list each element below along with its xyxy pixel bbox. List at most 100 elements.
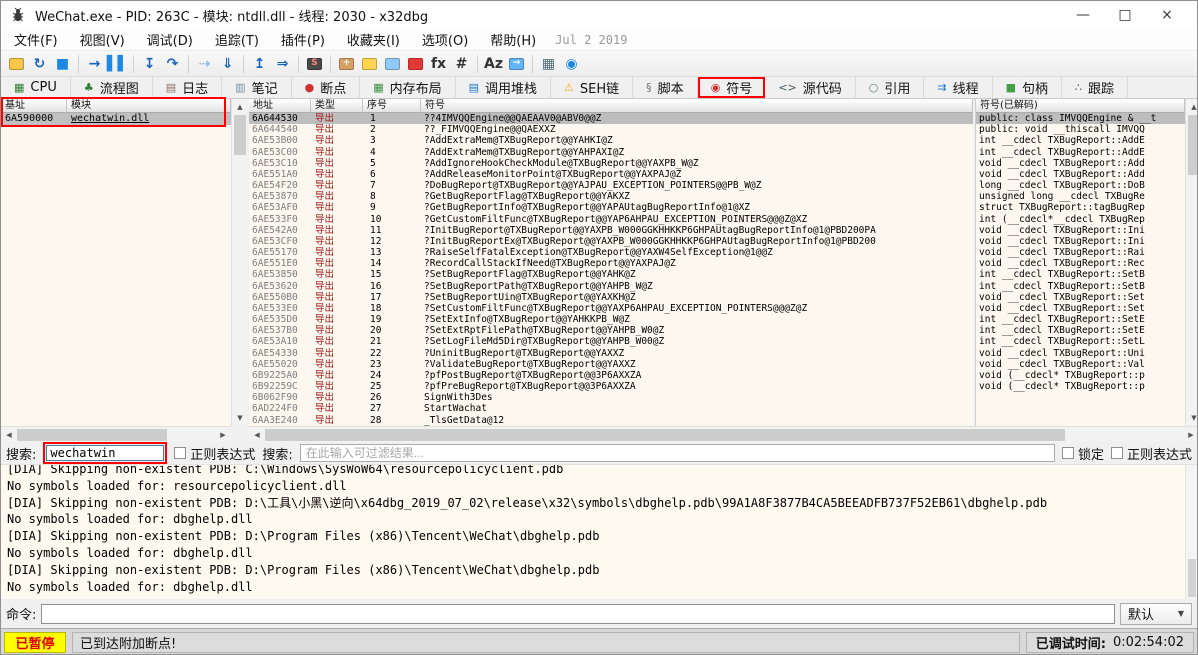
- symbol-row[interactable]: 6AE54330导出22?UninitBugReport@TXBugReport…: [249, 348, 973, 359]
- symbol-row[interactable]: 6AE55170导出13?RaiseSelfFatalException@TXB…: [249, 247, 973, 258]
- tab-SEH链[interactable]: ⚠SEH链: [551, 77, 633, 98]
- column-header-ordinal[interactable]: 序号: [363, 99, 421, 113]
- scroll-up-icon[interactable]: ▲: [232, 99, 248, 115]
- scroll-thumb[interactable]: [17, 429, 167, 441]
- decoded-symbol-row[interactable]: void __cdecl TXBugReport::Add: [976, 169, 1185, 180]
- symbol-row[interactable]: 6AE53620导出16?SetBugReportPath@TXBugRepor…: [249, 281, 973, 292]
- regex2-checkbox[interactable]: [1111, 447, 1123, 459]
- scroll-left-icon[interactable]: ◀: [249, 427, 265, 443]
- regex-checkbox[interactable]: [174, 447, 186, 459]
- menu-item-6[interactable]: 选项(O): [411, 30, 479, 50]
- decoded-symbol-row[interactable]: void __cdecl TXBugReport::Rec: [976, 258, 1185, 269]
- scroll-up-icon[interactable]: ▲: [1186, 99, 1198, 115]
- symbol-row[interactable]: 6AE54F20导出7?DoBugReport@TXBugReport@@YAJ…: [249, 180, 973, 191]
- decoded-symbol-row[interactable]: void (__cdecl* TXBugReport::p: [976, 381, 1185, 392]
- symbol-row[interactable]: 6AE53850导出15?SetBugReportFlag@TXBugRepor…: [249, 269, 973, 280]
- execute-till-return-button[interactable]: ↥: [248, 53, 271, 74]
- run-button[interactable]: →: [83, 53, 106, 74]
- decoded-symbol-row[interactable]: void __cdecl TXBugReport::Set: [976, 303, 1185, 314]
- column-header-type[interactable]: 类型: [311, 99, 363, 113]
- symbol-row[interactable]: 6AE53C10导出5?AddIgnoreHookCheckModule@TXB…: [249, 158, 973, 169]
- tab-引用[interactable]: ○引用: [856, 77, 925, 98]
- globe-button[interactable]: ◉: [560, 53, 583, 74]
- command-input[interactable]: [41, 604, 1115, 624]
- close-button[interactable]: ×: [1146, 2, 1188, 28]
- decoded-symbol-row[interactable]: void __cdecl TXBugReport::Set: [976, 292, 1185, 303]
- tab-跟踪[interactable]: ∴跟踪: [1062, 77, 1128, 98]
- column-header-decoded[interactable]: 符号(已解码): [976, 99, 1185, 113]
- decoded-symbol-row[interactable]: int (__cdecl*__cdecl TXBugRep: [976, 214, 1185, 225]
- symbol-row[interactable]: 6AE55020导出23?ValidateBugReport@TXBugRepo…: [249, 359, 973, 370]
- stop-button[interactable]: ■: [51, 53, 74, 74]
- symbol-row[interactable]: 6B062F90导出26SignWith3Des: [249, 392, 973, 403]
- profile-dropdown[interactable]: 默认 ▼: [1120, 603, 1192, 625]
- symbol-filter-input[interactable]: [300, 444, 1055, 462]
- scroll-right-icon[interactable]: ▶: [215, 427, 231, 443]
- tab-线程[interactable]: ⇉线程: [924, 77, 992, 98]
- symbol-row[interactable]: 6B92259C导出25?pfPreBugReport@TXBugReport@…: [249, 381, 973, 392]
- scroll-left-icon[interactable]: ◀: [1, 427, 17, 443]
- symbol-row[interactable]: 6AE533F0导出10?GetCustomFiltFunc@TXBugRepo…: [249, 214, 973, 225]
- scroll-down-icon[interactable]: ▼: [232, 410, 248, 426]
- decoded-symbol-row[interactable]: int __cdecl TXBugReport::SetE: [976, 325, 1185, 336]
- modules-hscrollbar[interactable]: ◀ ▶: [1, 426, 231, 442]
- menu-item-2[interactable]: 调试(D): [136, 30, 204, 50]
- column-header-module[interactable]: 模块: [67, 99, 231, 113]
- symbol-row[interactable]: 6B9225A0导出24?pfPostBugReport@TXBugReport…: [249, 370, 973, 381]
- decoded-symbol-row[interactable]: void __cdecl TXBugReport::Val: [976, 359, 1185, 370]
- symbol-row[interactable]: 6AE53A10导出21?SetLogFileMd5Dir@TXBugRepor…: [249, 336, 973, 347]
- decoded-symbol-row[interactable]: int __cdecl TXBugReport::SetB: [976, 281, 1185, 292]
- step-into-button[interactable]: ↧: [138, 53, 161, 74]
- module-row[interactable]: 6A590000 wechatwin.dll: [1, 113, 231, 125]
- open-file-button[interactable]: [5, 53, 28, 74]
- symbol-row[interactable]: 6AE533E0导出18?SetCustomFiltFunc@TXBugRepo…: [249, 303, 973, 314]
- tab-日志[interactable]: ▤日志: [153, 77, 222, 98]
- symbol-row[interactable]: 6AE53B00导出3?AddExtraMem@TXBugReport@@YAH…: [249, 135, 973, 146]
- minimize-button[interactable]: —: [1062, 2, 1104, 28]
- tab-笔记[interactable]: ▥笔记: [222, 77, 291, 98]
- case-button[interactable]: Az: [482, 53, 505, 74]
- decoded-symbol-row[interactable]: public: class IMVQQEngine & __t: [976, 113, 1185, 124]
- run-to-user-code-button[interactable]: ⇢: [193, 53, 216, 74]
- tab-调用堆栈[interactable]: ▤调用堆栈: [456, 77, 551, 98]
- symbols-vscrollbar[interactable]: ▲ ▼: [1185, 99, 1198, 426]
- comment-button[interactable]: [358, 53, 381, 74]
- symbol-row[interactable]: 6AE53AF0导出9?GetBugReportInfo@TXBugReport…: [249, 202, 973, 213]
- decoded-symbol-row[interactable]: int __cdecl TXBugReport::AddE: [976, 147, 1185, 158]
- scroll-thumb[interactable]: [1188, 559, 1196, 597]
- symbol-row[interactable]: 6AE542A0导出11?InitBugReport@TXBugReport@@…: [249, 225, 973, 236]
- symbol-row[interactable]: 6A644530导出1??4IMVQQEngine@@QAEAAV0@ABV0@…: [249, 113, 973, 124]
- step-into-source-button[interactable]: ⇓: [216, 53, 239, 74]
- attach-button[interactable]: ⇒: [271, 53, 294, 74]
- scroll-thumb[interactable]: [234, 115, 246, 155]
- column-header-base[interactable]: 基址: [1, 99, 67, 113]
- function-button[interactable]: fx: [427, 53, 450, 74]
- menu-item-3[interactable]: 追踪(T): [204, 30, 270, 50]
- column-header-symbol[interactable]: 符号: [421, 99, 973, 113]
- decoded-symbol-row[interactable]: void (__cdecl* TXBugReport::p: [976, 370, 1185, 381]
- menu-item-4[interactable]: 插件(P): [270, 30, 336, 50]
- symbol-row[interactable]: 6AE550B0导出17?SetBugReportUin@TXBugReport…: [249, 292, 973, 303]
- symbols-hscrollbar[interactable]: ◀ ▶: [249, 426, 1198, 442]
- tab-源代码[interactable]: <>源代码: [765, 77, 855, 98]
- scroll-thumb[interactable]: [1188, 115, 1198, 175]
- decoded-symbol-row[interactable]: void __cdecl TXBugReport::Rai: [976, 247, 1185, 258]
- patch-button[interactable]: +: [335, 53, 358, 74]
- modules-vscrollbar[interactable]: ▲ ▼: [231, 99, 247, 426]
- decoded-symbol-row[interactable]: int __cdecl TXBugReport::SetL: [976, 336, 1185, 347]
- hash-button[interactable]: #: [450, 53, 473, 74]
- calculator-button[interactable]: ▦: [537, 53, 560, 74]
- bookmark-button[interactable]: [404, 53, 427, 74]
- symbol-row[interactable]: 6AE537B0导出20?SetExtRptFilePath@TXBugRepo…: [249, 325, 973, 336]
- symbol-row[interactable]: 6AE551A0导出6?AddReleaseMonitorPoint@TXBug…: [249, 169, 973, 180]
- decoded-symbol-row[interactable]: void __cdecl TXBugReport::Ini: [976, 236, 1185, 247]
- decoded-symbol-row[interactable]: void __cdecl TXBugReport::Ini: [976, 225, 1185, 236]
- decoded-symbol-row[interactable]: int __cdecl TXBugReport::SetE: [976, 314, 1185, 325]
- decoded-symbol-row[interactable]: unsigned long __cdecl TXBugRe: [976, 191, 1185, 202]
- symbol-row[interactable]: 6AE535D0导出19?SetExtInfo@TXBugReport@@YAH…: [249, 314, 973, 325]
- tab-内存布局[interactable]: ▦内存布局: [360, 77, 455, 98]
- label-button[interactable]: [381, 53, 404, 74]
- symbol-row[interactable]: 6AE53870导出8?GetBugReportFlag@TXBugReport…: [249, 191, 973, 202]
- tab-脚本[interactable]: §脚本: [633, 77, 698, 98]
- column-header-address[interactable]: 地址: [249, 99, 311, 113]
